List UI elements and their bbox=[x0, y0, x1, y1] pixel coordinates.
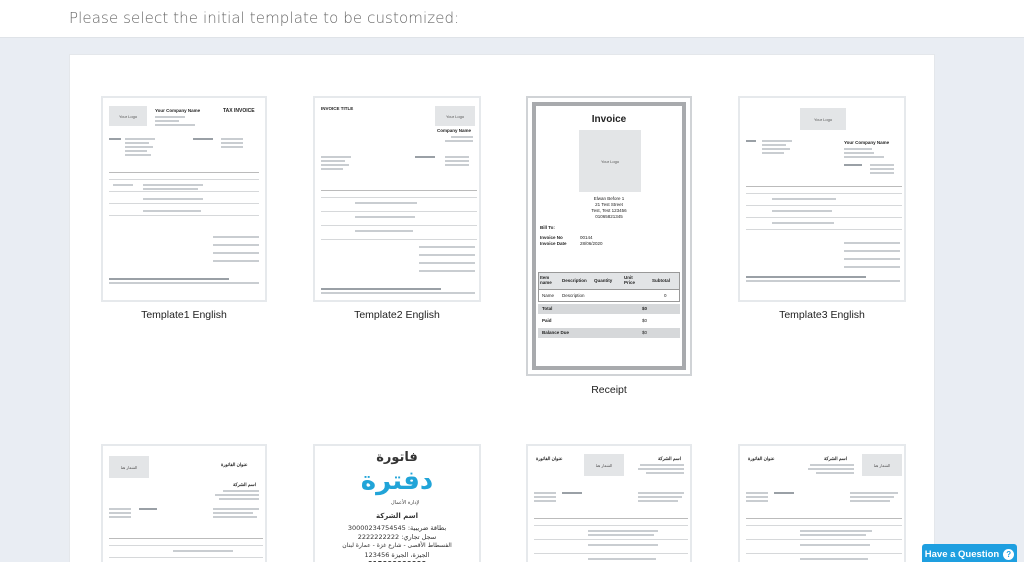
balance-due-value: $0 bbox=[642, 330, 648, 335]
receipt-title: Invoice bbox=[591, 114, 627, 125]
help-label: Have a Question bbox=[924, 548, 1000, 560]
template-1-preview[interactable]: Your Logo Your Company Name TAX INVOICE bbox=[101, 96, 267, 302]
city-line: الجيزة، الجيزة 123456 bbox=[364, 551, 430, 559]
invoice-heading: TAX INVOICE bbox=[223, 108, 255, 114]
invoice-date-label: Invoice Date bbox=[540, 241, 567, 246]
invoice-no-label: Invoice No bbox=[540, 235, 563, 240]
template-1-label[interactable]: Template1 English bbox=[101, 309, 267, 321]
template-card-receipt[interactable]: Invoice Your Logo Elwan Before 1 21 Test… bbox=[526, 96, 692, 398]
col-quantity: Quantity bbox=[594, 278, 613, 283]
logo-placeholder: Your Logo bbox=[579, 130, 641, 192]
logo-placeholder: Your Logo bbox=[435, 106, 475, 126]
paid-value: $0 bbox=[642, 318, 648, 323]
template-8-preview[interactable]: عنوان الفاتورة اسم الشركة الشعار هنا bbox=[738, 444, 906, 562]
logo-placeholder: الشعار هنا bbox=[862, 454, 902, 476]
logo-placeholder: Your Logo bbox=[800, 108, 846, 130]
invoice-title: عنوان الفاتورة bbox=[748, 456, 775, 461]
col-subtotal: Subtotal bbox=[652, 278, 670, 283]
row-name: Name bbox=[542, 293, 555, 298]
invoice-no-value: 00144 bbox=[580, 235, 593, 240]
col-description: Description bbox=[562, 278, 587, 283]
company-name: Your Company Name bbox=[844, 140, 890, 145]
company-name: اسم الشركة bbox=[375, 512, 419, 520]
template-3-preview[interactable]: Your Logo Your Company Name bbox=[738, 96, 906, 302]
invoice-title: INVOICE TITLE bbox=[321, 106, 354, 111]
template-2-preview[interactable]: INVOICE TITLE Your Logo Company Name bbox=[313, 96, 481, 302]
company-name: اسم الشركة bbox=[233, 482, 256, 487]
paid-label: Paid bbox=[542, 318, 552, 323]
template-2-label[interactable]: Template2 English bbox=[313, 309, 481, 321]
bill-to-label: Bill To: bbox=[540, 225, 555, 230]
total-label: Total bbox=[542, 306, 553, 311]
receipt-phone: 01065821345 bbox=[595, 214, 623, 219]
row-description: Description bbox=[562, 293, 585, 298]
balance-due-label: Balance Due bbox=[542, 330, 570, 335]
template-card-1[interactable]: Your Logo Your Company Name TAX INVOICE bbox=[101, 96, 267, 326]
template-6-preview[interactable]: فاتورة دفترة لإدارة الأعمال اسم الشركة ب… bbox=[313, 444, 481, 562]
brand-subtitle: لإدارة الأعمال bbox=[391, 500, 420, 506]
company-name: اسم الشركة bbox=[658, 456, 681, 461]
invoice-title: عنوان الفاتورة bbox=[536, 456, 563, 461]
template-card-6[interactable]: فاتورة دفترة لإدارة الأعمال اسم الشركة ب… bbox=[313, 444, 481, 562]
commercial-register: سجل تجاري: 2222222222 bbox=[357, 533, 437, 541]
invoice-title: عنوان الفاتورة bbox=[221, 462, 248, 467]
receipt-address-2: Test, Test 123456 bbox=[591, 208, 627, 213]
template-3-label[interactable]: Template3 English bbox=[738, 309, 906, 321]
logo-placeholder: الشعار هنا bbox=[584, 454, 624, 476]
invoice-date-value: 28/06/2020 bbox=[580, 241, 603, 246]
template-5-preview[interactable]: الشعار هنا عنوان الفاتورة اسم الشركة bbox=[101, 444, 267, 562]
receipt-address-1: 21 Test Street bbox=[595, 202, 623, 207]
template-card-3[interactable]: Your Logo Your Company Name Template3 En… bbox=[738, 96, 906, 326]
receipt-label[interactable]: Receipt bbox=[526, 384, 692, 396]
receipt-preview[interactable]: Invoice Your Logo Elwan Before 1 21 Test… bbox=[526, 96, 692, 376]
col-unit-price: Unit Price bbox=[624, 275, 636, 285]
template-7-preview[interactable]: عنوان الفاتورة الشعار هنا اسم الشركة bbox=[526, 444, 692, 562]
company-name: Your Company Name bbox=[155, 108, 201, 113]
company-name: Company Name bbox=[437, 128, 472, 133]
have-a-question-button[interactable]: Have a Question ? bbox=[922, 544, 1017, 562]
tax-card: بطاقة ضريبية: 30000234754545 bbox=[347, 524, 447, 532]
total-value: $0 bbox=[642, 306, 648, 311]
template-gallery: Your Logo Your Company Name TAX INVOICE bbox=[69, 54, 935, 562]
template-card-8[interactable]: عنوان الفاتورة اسم الشركة الشعار هنا bbox=[738, 444, 906, 562]
template-card-2[interactable]: INVOICE TITLE Your Logo Company Name Tem… bbox=[313, 96, 481, 326]
company-name: اسم الشركة bbox=[824, 456, 847, 461]
brand-logo-text: دفترة bbox=[360, 466, 434, 496]
logo-placeholder: الشعار هنا bbox=[109, 456, 149, 478]
row-subtotal: 0 bbox=[664, 293, 667, 298]
question-icon: ? bbox=[1003, 548, 1015, 560]
header-bar: Please select the initial template to be… bbox=[0, 0, 1024, 38]
address-line: الفسطاط الأقصى - شارع غزة - عمارة لبنان bbox=[342, 542, 452, 549]
invoice-title: فاتورة bbox=[376, 450, 418, 465]
template-card-5[interactable]: الشعار هنا عنوان الفاتورة اسم الشركة bbox=[101, 444, 267, 562]
col-item-name: Item name bbox=[540, 275, 552, 285]
logo-placeholder: Your Logo bbox=[109, 106, 147, 126]
template-card-7[interactable]: عنوان الفاتورة الشعار هنا اسم الشركة bbox=[526, 444, 692, 562]
receipt-name: Elwan Before 1 bbox=[593, 196, 625, 201]
page-prompt: Please select the initial template to be… bbox=[69, 9, 460, 27]
